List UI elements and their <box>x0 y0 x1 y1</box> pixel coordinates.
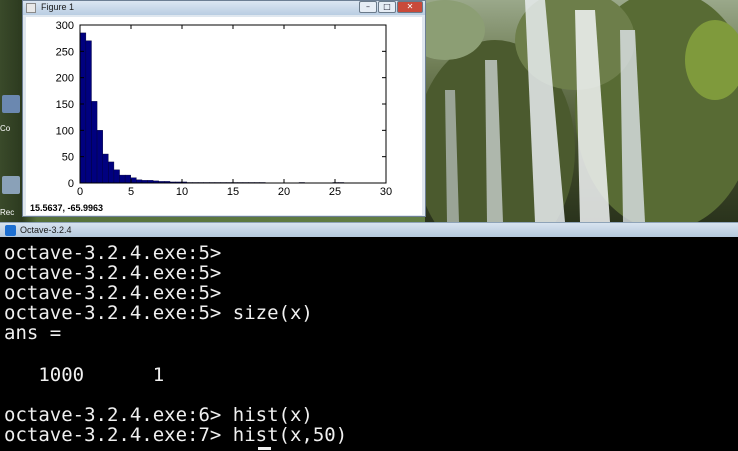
y-tick-label: 0 <box>68 178 74 190</box>
coordinate-readout: 15.5637, -65.9963 <box>30 203 104 213</box>
console-line: octave-3.2.4.exe:7> hist(x,50) <box>4 424 348 446</box>
figure-app-icon <box>26 3 36 13</box>
console-line: ans = <box>4 322 62 344</box>
x-tick-label: 30 <box>380 186 392 198</box>
figure-title: Figure 1 <box>41 2 75 12</box>
x-tick-label: 15 <box>227 186 239 198</box>
desktop-icon-computer-label: Co <box>0 124 11 133</box>
histogram-bar <box>108 161 115 184</box>
histogram-bar <box>113 169 120 184</box>
waterfall-wallpaper <box>425 0 738 222</box>
console-line: 1000 1 <box>4 364 165 386</box>
plot-axes-box <box>79 24 387 184</box>
y-tick-label: 150 <box>56 99 74 111</box>
x-tick-label: 10 <box>176 186 188 198</box>
x-tick-label: 5 <box>128 186 134 198</box>
x-tick-label: 0 <box>77 186 83 198</box>
histogram-plot[interactable]: 0 5 10 15 20 25 30050100150200250300 <box>26 17 422 201</box>
x-tick-label: 20 <box>278 186 290 198</box>
figure-canvas[interactable]: 0 5 10 15 20 25 30 0 50 100 150 200 250 300 15.5637, … <box>26 17 422 215</box>
histogram-bar <box>85 40 92 184</box>
histogram-bar <box>102 153 109 184</box>
histogram-bar <box>96 130 103 184</box>
terminal-titlebar[interactable]: Octave-3.2.4 <box>0 222 738 237</box>
octave-console[interactable]: octave-3.2.4.exe:5> octave-3.2.4.exe:5> … <box>0 237 738 451</box>
y-tick-label: 50 <box>62 152 74 164</box>
y-tick-label: 200 <box>56 73 74 85</box>
figure-titlebar[interactable]: Figure 1 – □ ✕ <box>23 1 425 15</box>
x-tick-label: 25 <box>329 186 341 198</box>
histogram-bar <box>124 174 131 184</box>
console-line: octave-3.2.4.exe:5> size(x) <box>4 302 313 324</box>
terminal-title: Octave-3.2.4 <box>20 225 72 235</box>
figure-window[interactable]: Figure 1 – □ ✕ 0 5 10 15 20 25 30 0 50 100 150 200 2… <box>22 0 426 217</box>
histogram-bar <box>119 174 126 184</box>
histogram-bar <box>80 32 87 184</box>
console-line: octave-3.2.4.exe:5> <box>4 242 222 264</box>
console-line: octave-3.2.4.exe:5> <box>4 282 222 304</box>
minimize-button[interactable]: – <box>359 1 377 13</box>
waterfall-image <box>425 0 738 222</box>
console-line: octave-3.2.4.exe:5> <box>4 262 222 284</box>
text-cursor <box>258 447 271 450</box>
close-button[interactable]: ✕ <box>397 1 423 13</box>
desktop-icon-recycle-bin-label: Rec <box>0 208 15 217</box>
y-tick-label: 100 <box>56 125 74 137</box>
maximize-button[interactable]: □ <box>378 1 396 13</box>
desktop-icon-computer[interactable] <box>2 95 20 113</box>
y-tick-label: 300 <box>56 20 74 32</box>
console-line: octave-3.2.4.exe:6> hist(x) <box>4 404 313 426</box>
histogram-bar <box>130 177 137 184</box>
histogram-bar <box>91 101 98 184</box>
desktop-icon-recycle-bin[interactable] <box>2 176 20 194</box>
y-tick-label: 250 <box>56 46 74 58</box>
octave-app-icon <box>5 225 16 236</box>
